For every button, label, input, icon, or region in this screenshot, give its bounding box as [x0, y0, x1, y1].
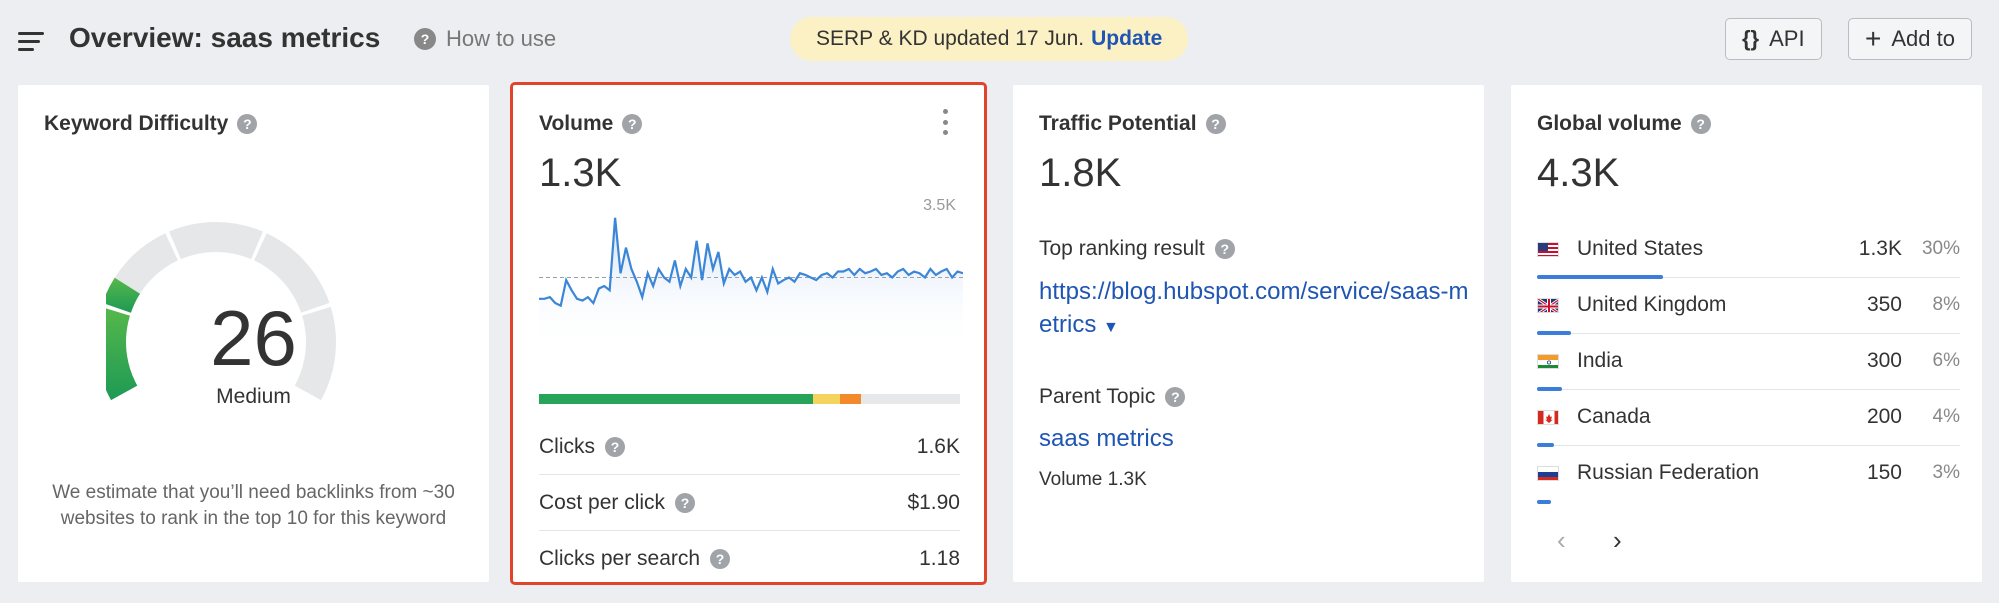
- tp-value: 1.8K: [1039, 151, 1122, 195]
- prev-page-icon[interactable]: ‹: [1557, 525, 1566, 556]
- distribution-segment: [812, 394, 840, 404]
- stat-value: 1.18: [919, 547, 960, 570]
- top-ranking-result-label: Top ranking result ?: [1039, 237, 1235, 261]
- gv-title-label: Global volume: [1537, 112, 1682, 135]
- stat-value: 1.6K: [916, 434, 960, 458]
- kd-title: Keyword Difficulty ?: [44, 112, 258, 136]
- flag-us-icon: [1537, 242, 1559, 257]
- update-link[interactable]: Update: [1091, 27, 1162, 51]
- gv-value: 4.3K: [1537, 151, 1620, 195]
- parent-topic-text: Parent Topic: [1039, 385, 1156, 408]
- braces-icon: {}: [1742, 26, 1760, 51]
- api-button-label: API: [1769, 26, 1805, 51]
- gauge-segment: [169, 222, 263, 260]
- kd-score: 26: [210, 294, 297, 382]
- notice-text: SERP & KD updated 17 Jun.: [816, 27, 1085, 50]
- distribution-segment: [861, 394, 960, 404]
- kd-description: We estimate that you’ll need backlinks f…: [52, 482, 455, 529]
- plus-icon: +: [1865, 23, 1882, 54]
- caret-down-icon[interactable]: ▼: [1103, 319, 1119, 336]
- parent-topic-link[interactable]: saas metrics: [1039, 425, 1174, 453]
- hamburger-menu-icon[interactable]: [18, 32, 44, 52]
- volume-title-label: Volume: [539, 112, 614, 135]
- country-percent: 4%: [1932, 406, 1960, 427]
- stat-label: Cost per click: [539, 490, 666, 514]
- volume-value: 1.3K: [539, 151, 622, 195]
- distribution-segment: [840, 394, 862, 404]
- page-title: Overview: saas metrics: [69, 22, 381, 53]
- country-name: Russian Federation: [1577, 461, 1760, 484]
- country-volume: 200: [1866, 405, 1902, 428]
- volume-title: Volume ?: [539, 112, 643, 136]
- country-percent: 6%: [1932, 350, 1960, 371]
- help-icon: ?: [414, 28, 436, 50]
- traffic-potential-card: Traffic Potential ? 1.8K Top ranking res…: [1013, 85, 1484, 582]
- volume-card: Volume ? 1.3K 3.5K Clicks? 1.6K Cost per…: [510, 82, 987, 585]
- stat-row-cpc: Cost per click? $1.90: [539, 475, 960, 531]
- country-name: India: [1577, 349, 1623, 372]
- help-icon[interactable]: ?: [622, 114, 643, 134]
- country-volume: 350: [1866, 293, 1902, 316]
- keyword-difficulty-card: Keyword Difficulty ? 26 Medium We estima…: [18, 85, 489, 582]
- country-volume: 150: [1866, 461, 1902, 484]
- parent-topic-volume: Volume 1.3K: [1039, 469, 1147, 490]
- top-ranking-result-text: Top ranking result: [1039, 237, 1205, 260]
- kd-title-label: Keyword Difficulty: [44, 112, 229, 135]
- global-volume-card: Global volume ? 4.3K United States 1.3K …: [1511, 85, 1982, 582]
- flag-ru-icon: [1537, 466, 1559, 481]
- country-name: United Kingdom: [1577, 293, 1727, 316]
- help-icon[interactable]: ?: [1205, 114, 1226, 134]
- stat-value: $1.90: [907, 490, 960, 514]
- flag-ca-icon: [1537, 410, 1559, 425]
- country-volume: 1.3K: [1858, 237, 1902, 260]
- country-volume: 300: [1866, 349, 1902, 372]
- help-icon[interactable]: ?: [605, 436, 625, 457]
- country-row[interactable]: Canada 200 4%: [1537, 390, 1960, 447]
- help-icon[interactable]: ?: [1214, 239, 1235, 259]
- stat-label: Clicks: [539, 434, 595, 458]
- update-notice: SERP & KD updated 17 Jun. Update: [790, 17, 1189, 61]
- clicks-distribution-bar: [539, 394, 960, 404]
- country-row[interactable]: Russian Federation 150 3%: [1537, 446, 1960, 504]
- country-percent: 8%: [1932, 294, 1960, 315]
- api-button[interactable]: {} API: [1725, 18, 1822, 60]
- parent-topic-label: Parent Topic ?: [1039, 385, 1186, 409]
- help-icon[interactable]: ?: [675, 492, 696, 513]
- help-icon[interactable]: ?: [710, 549, 731, 569]
- top-ranking-result-link[interactable]: https://blog.hubspot.com/service/saas-me…: [1039, 275, 1469, 344]
- how-to-use-link[interactable]: ? How to use: [414, 26, 556, 52]
- add-to-button[interactable]: + Add to: [1848, 18, 1972, 60]
- trend-area: [539, 217, 963, 350]
- volume-trend-chart[interactable]: [539, 195, 963, 365]
- help-icon[interactable]: ?: [237, 114, 258, 134]
- next-page-icon[interactable]: ›: [1613, 525, 1622, 556]
- country-row[interactable]: United States 1.3K 30%: [1537, 222, 1960, 279]
- more-options-icon[interactable]: [941, 109, 949, 135]
- country-percent: 3%: [1932, 462, 1960, 483]
- gv-title: Global volume ?: [1537, 112, 1711, 136]
- help-icon[interactable]: ?: [1690, 114, 1711, 134]
- help-icon[interactable]: ?: [1165, 387, 1186, 407]
- stat-label: Clicks per search: [539, 547, 701, 570]
- how-to-use-label: How to use: [446, 26, 557, 51]
- stat-row-clicks: Clicks? 1.6K: [539, 419, 960, 475]
- country-name: United States: [1577, 237, 1704, 260]
- tp-title-label: Traffic Potential: [1039, 112, 1197, 135]
- distribution-segment: [539, 394, 813, 404]
- flag-uk-icon: [1537, 298, 1559, 313]
- kd-level: Medium: [216, 385, 291, 408]
- flag-in-icon: [1537, 354, 1559, 369]
- country-row[interactable]: India 300 6%: [1537, 334, 1960, 391]
- add-to-button-label: Add to: [1891, 26, 1955, 51]
- tp-title: Traffic Potential ?: [1039, 112, 1226, 136]
- country-name: Canada: [1577, 405, 1651, 428]
- stat-row-clicks-per-search: Clicks per search? 1.18: [539, 531, 960, 587]
- country-percent: 30%: [1921, 238, 1960, 259]
- country-share-bar: [1537, 500, 1551, 504]
- country-row[interactable]: United Kingdom 350 8%: [1537, 278, 1960, 335]
